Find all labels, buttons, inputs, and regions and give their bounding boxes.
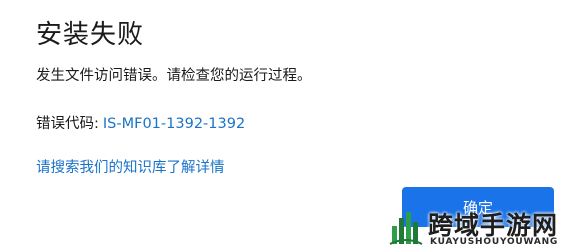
- install-failed-dialog: 安装失败 发生文件访问错误。请检查您的运行过程。 错误代码: IS-MF01-13…: [0, 0, 577, 252]
- error-code-row: 错误代码: IS-MF01-1392-1392: [36, 112, 245, 133]
- knowledge-base-link[interactable]: 请搜索我们的知识库了解详情: [36, 156, 225, 177]
- dialog-title: 安装失败: [36, 20, 145, 50]
- watermark-domain: KUAYUSHOUYOUWANG: [430, 237, 559, 247]
- ok-button[interactable]: 确定: [402, 187, 554, 227]
- error-code-label: 错误代码:: [36, 116, 99, 132]
- error-message: 发生文件访问错误。请检查您的运行过程。: [36, 68, 312, 84]
- error-code-value: IS-MF01-1392-1392: [102, 116, 246, 132]
